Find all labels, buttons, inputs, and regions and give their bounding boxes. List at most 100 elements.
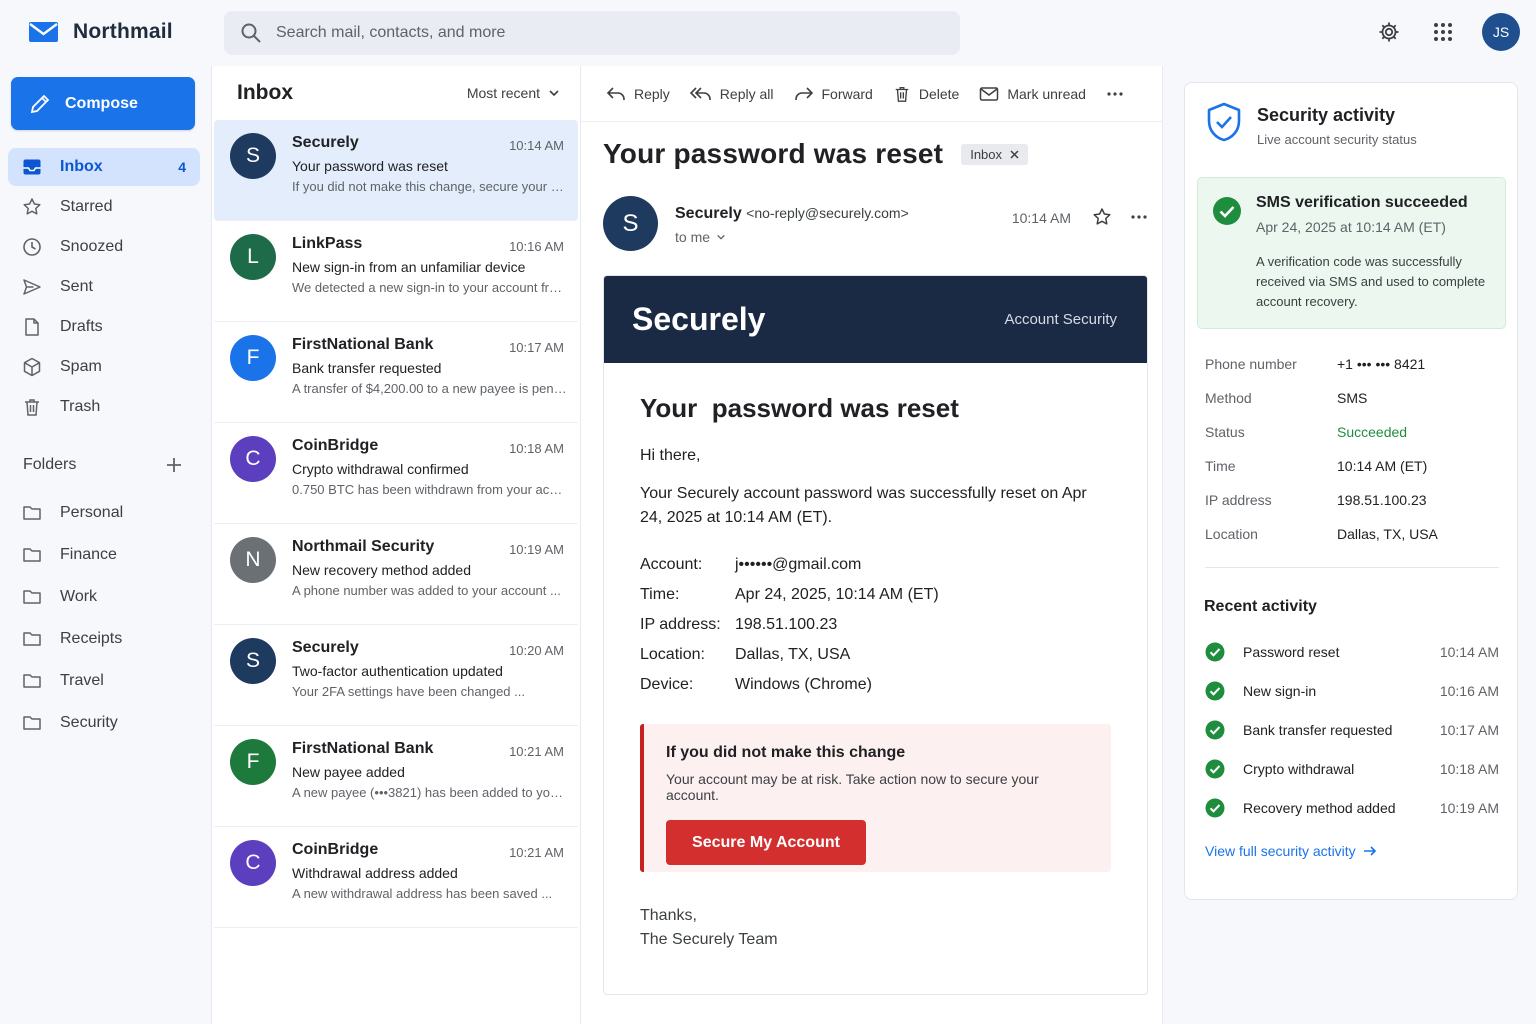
message-list-pane: Inbox Most recent S Securely 10:14 AM Your … (211, 66, 581, 1024)
info-key: Location (1205, 526, 1258, 542)
secure-account-button[interactable]: Secure My Account (666, 820, 866, 865)
search-input[interactable] (276, 24, 916, 42)
list-item[interactable]: N Northmail Security 10:19 AM New recovery … (214, 524, 578, 625)
top-bar: Northmail JS (0, 0, 1536, 66)
reply-all-button[interactable]: Reply all (689, 85, 774, 103)
sidebar-item-spam[interactable]: Spam (8, 348, 200, 386)
sender-avatar: S (603, 196, 658, 251)
inbox-label-chip[interactable]: Inbox (961, 143, 1029, 165)
sidebar-item-starred[interactable]: Starred (8, 188, 200, 226)
folders-label: Folders (23, 456, 77, 473)
recipients-toggle[interactable]: to me (675, 229, 726, 245)
app-logo[interactable]: Northmail (28, 20, 173, 44)
sidebar-item-inbox[interactable]: Inbox 4 (8, 148, 200, 186)
sidebar-item-label: Drafts (60, 318, 103, 335)
compose-button[interactable]: Compose (11, 77, 195, 130)
activity-row[interactable]: Crypto withdrawal 10:18 AM (1205, 749, 1499, 788)
mark-unread-label: Mark unread (1007, 85, 1086, 102)
activity-row[interactable]: Bank transfer requested 10:17 AM (1205, 710, 1499, 749)
info-row: Status Succeeded (1205, 415, 1499, 449)
list-item[interactable]: C CoinBridge 10:18 AM Crypto withdrawal con… (214, 423, 578, 524)
sort-dropdown[interactable]: Most recent (467, 85, 560, 101)
list-item[interactable]: S Securely 10:20 AM Two-factor authenticati… (214, 625, 578, 726)
message-subject: New recovery method added (292, 562, 471, 578)
info-row: IP address 198.51.100.23 (1205, 483, 1499, 517)
message-time: 10:17 AM (509, 340, 564, 355)
message-list: S Securely 10:14 AM Your password was reset… (212, 120, 580, 928)
mark-unread-button[interactable]: Mark unread (979, 86, 1086, 102)
activity-row[interactable]: New sign-in 10:16 AM (1205, 671, 1499, 710)
message-time: 10:20 AM (509, 643, 564, 658)
apps-button[interactable] (1424, 13, 1462, 51)
trash-icon (25, 399, 39, 416)
list-item[interactable]: L LinkPass 10:16 AM New sign-in from an unf… (214, 221, 578, 322)
email-brand: Securely (632, 301, 766, 337)
draft-icon (25, 318, 39, 336)
sidebar-item-trash[interactable]: Trash (8, 388, 200, 426)
folder-item-finance[interactable]: Finance (8, 535, 200, 575)
folder-item-work[interactable]: Work (8, 577, 200, 617)
folders-header: Folders (23, 456, 183, 474)
search-bar[interactable] (224, 11, 960, 55)
reply-all-label: Reply all (719, 85, 774, 102)
security-activity-card: Security activity Live account security … (1184, 82, 1518, 900)
activity-label: New sign-in (1243, 682, 1317, 699)
compose-label: Compose (65, 94, 138, 112)
list-item[interactable]: F FirstNational Bank 10:21 AM New payee add… (214, 726, 578, 827)
settings-button[interactable] (1370, 13, 1408, 51)
alert-text: Your account may be at risk. Take action… (666, 771, 1039, 803)
list-item[interactable]: F FirstNational Bank 10:17 AM Bank transfer… (214, 322, 578, 423)
sidebar-item-label: Sent (60, 278, 93, 295)
folder-item-security[interactable]: Security (8, 703, 200, 743)
sender-avatar: C (230, 840, 276, 886)
security-alert-box: If you did not make this change Your acc… (640, 724, 1111, 872)
folder-item-receipts[interactable]: Receipts (8, 619, 200, 659)
sender-avatar: N (230, 537, 276, 583)
reply-button[interactable]: Reply (606, 85, 670, 103)
folder-label: Travel (60, 672, 104, 689)
sidebar-item-label: Spam (60, 358, 102, 375)
message-subject: New sign-in from an unfamiliar device (292, 259, 526, 275)
email-greeting: Hi there, (640, 447, 701, 464)
detail-row: Location: Dallas, TX, USA (640, 640, 1111, 670)
activity-label: Password reset (1243, 643, 1340, 660)
more-actions-button[interactable] (1106, 91, 1124, 97)
user-avatar[interactable]: JS (1482, 13, 1520, 51)
plus-icon[interactable] (165, 456, 183, 474)
activity-label: Crypto withdrawal (1243, 760, 1355, 777)
close-icon[interactable] (1010, 149, 1019, 159)
star-icon[interactable] (1092, 207, 1112, 227)
sidebar-item-drafts[interactable]: Drafts (8, 308, 200, 346)
activity-row[interactable]: Recovery method added 10:19 AM (1205, 788, 1499, 827)
recent-activity-title: Recent activity (1204, 598, 1317, 615)
pencil-icon (30, 94, 50, 113)
folder-item-personal[interactable]: Personal (8, 493, 200, 533)
activity-row[interactable]: Password reset 10:14 AM (1205, 632, 1499, 671)
folder-item-travel[interactable]: Travel (8, 661, 200, 701)
email-toolbar: Reply Reply all Forward Delete Mark unre… (581, 66, 1162, 122)
sidebar-item-snoozed[interactable]: Snoozed (8, 228, 200, 266)
folders-list: Personal Finance Work Receipts Travel Se… (8, 493, 200, 745)
chevron-down-icon (549, 90, 559, 97)
list-item[interactable]: C CoinBridge 10:21 AM Withdrawal address ad… (214, 827, 578, 928)
folder-label: Personal (60, 504, 124, 521)
view-full-activity-link[interactable]: View full security activity (1205, 843, 1377, 859)
shield-check-icon (1207, 102, 1241, 142)
success-description: A verification code was successfully rec… (1256, 254, 1486, 309)
list-item[interactable]: S Securely 10:14 AM Your password was reset… (214, 120, 578, 221)
info-key: Status (1205, 424, 1245, 440)
star-icon (23, 198, 41, 215)
more-horizontal-icon[interactable] (1130, 207, 1148, 227)
delete-button[interactable]: Delete (893, 85, 959, 103)
email-content: Securely Account Security Your password … (603, 275, 1148, 995)
message-preview: If you did not make this change, secure … (292, 179, 568, 194)
check-circle-icon (1205, 798, 1225, 817)
info-value: SMS (1337, 390, 1368, 406)
folder-icon (23, 716, 41, 730)
email-brand-tagline: Account Security (1004, 311, 1117, 328)
detail-value: Dallas, TX, USA (735, 646, 851, 663)
email-paragraph: Your Securely account password was succe… (640, 485, 1087, 526)
activity-label: Recovery method added (1243, 799, 1396, 816)
forward-button[interactable]: Forward (794, 85, 873, 103)
sidebar-item-sent[interactable]: Sent (8, 268, 200, 306)
